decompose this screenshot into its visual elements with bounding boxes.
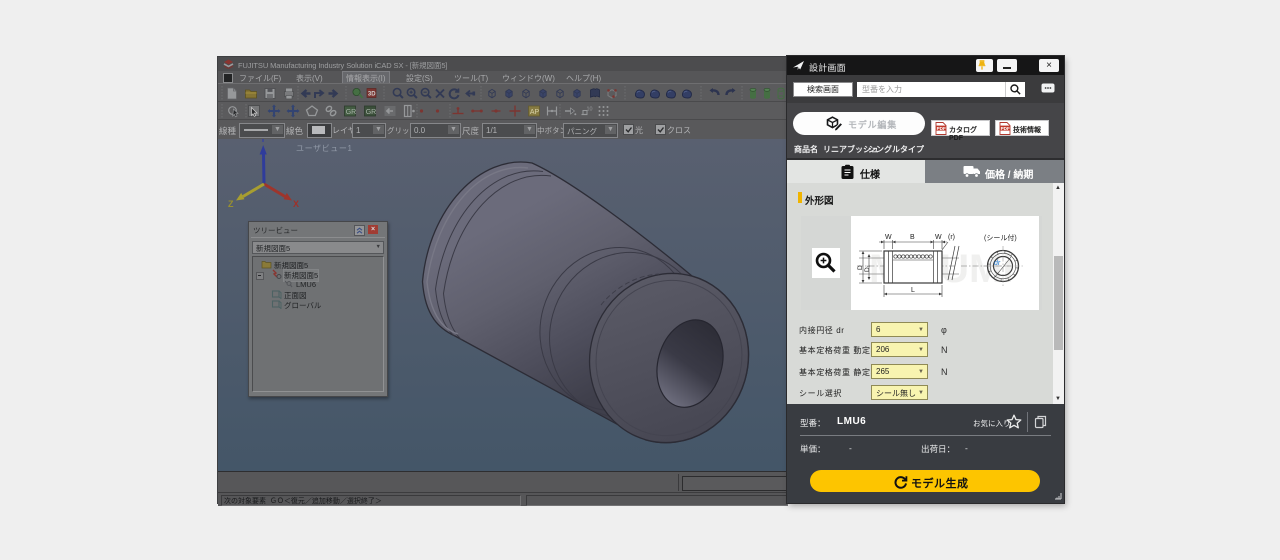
svg-text:D: D	[857, 265, 864, 270]
svg-text:Y: Y	[260, 139, 266, 144]
svg-text:(シール付): (シール付)	[984, 233, 1017, 242]
svg-text:AP: AP	[530, 109, 540, 116]
svg-text:W: W	[935, 234, 942, 241]
svg-text:PDF: PDF	[937, 126, 946, 131]
svg-text:dr: dr	[994, 260, 1001, 267]
svg-text:B: B	[910, 234, 915, 241]
svg-text:GR: GR	[346, 109, 357, 116]
svg-text:X: X	[293, 199, 299, 209]
svg-text:GR: GR	[366, 109, 377, 116]
svg-text:L: L	[911, 287, 915, 294]
svg-text:PDF: PDF	[1001, 126, 1010, 131]
svg-text:(r): (r)	[948, 234, 955, 241]
svg-text:D₁: D₁	[864, 264, 871, 272]
svg-text:Z: Z	[228, 199, 234, 209]
svg-text:W: W	[885, 234, 892, 241]
svg-text:10: 10	[587, 107, 593, 113]
svg-text:3D: 3D	[368, 92, 376, 98]
